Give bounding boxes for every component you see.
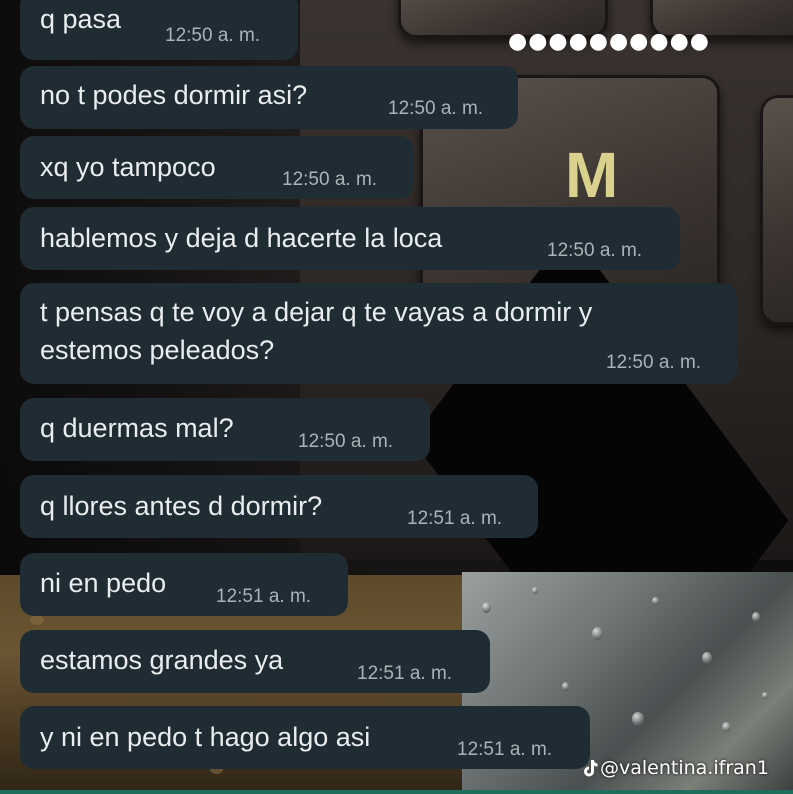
message-text: q llores antes d dormir? [40,491,323,521]
message-text: estamos grandes ya [40,645,284,675]
message-text: hablemos y deja d hacerte la loca [40,223,443,253]
keyboard-key [760,95,793,325]
message-text: no t podes dormir asi? [40,80,308,110]
message-bubble[interactable]: no t podes dormir asi? 12:50 a. m. [20,66,518,129]
message-time: 12:50 a. m. [282,169,378,190]
message-bubble[interactable]: xq yo tampoco 12:50 a. m. [20,136,413,199]
message-bubble[interactable]: y ni en pedo t hago algo asi 12:51 a. m. [20,706,590,769]
message-bubble[interactable]: hablemos y deja d hacerte la loca 12:50 … [20,207,680,270]
message-time: 12:50 a. m. [165,25,261,46]
message-bubble[interactable]: q pasa 12:50 a. m. [20,0,298,60]
message-text: q duermas mal? [40,413,234,443]
message-text: q pasa [40,4,122,34]
message-text-line1: t pensas q te voy a dejar q te vayas a d… [40,297,593,327]
message-text-line2: estemos peleados? [40,335,275,365]
key-m-label: M [565,139,621,211]
message-text: y ni en pedo t hago algo asi [40,722,371,752]
message-bubble[interactable]: estamos grandes ya 12:51 a. m. [20,630,490,693]
message-bubble[interactable]: q llores antes d dormir? 12:51 a. m. [20,475,538,538]
message-time: 12:50 a. m. [298,431,394,452]
message-time: 12:50 a. m. [388,98,484,119]
status-dots: ●●●●●●●●●● [508,29,710,54]
message-text: ni en pedo [40,568,167,598]
message-time: 12:51 a. m. [457,739,553,760]
message-time: 12:50 a. m. [606,352,702,373]
message-time: 12:51 a. m. [357,663,453,684]
message-text: xq yo tampoco [40,152,216,182]
message-bubble[interactable]: ni en pedo 12:51 a. m. [20,553,348,616]
message-time: 12:50 a. m. [547,240,643,261]
watermark-handle: @valentina.ifran1 [600,757,769,779]
tiktok-icon [584,760,598,777]
message-bubble[interactable]: q duermas mal? 12:50 a. m. [20,398,430,461]
bottom-divider [0,790,793,794]
message-time: 12:51 a. m. [407,508,503,529]
message-bubble[interactable]: t pensas q te voy a dejar q te vayas a d… [20,283,737,384]
message-time: 12:51 a. m. [216,586,312,607]
